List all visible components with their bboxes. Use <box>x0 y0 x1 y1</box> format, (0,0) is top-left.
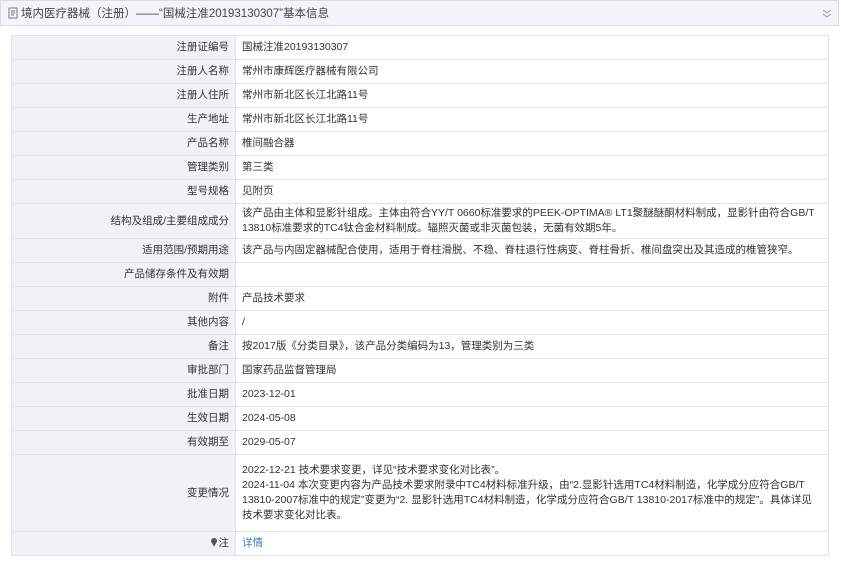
table-row: 附件 产品技术要求 <box>11 286 829 311</box>
row-label: 生产地址 <box>11 107 236 132</box>
row-value: 国械注准20193130307 <box>235 35 829 60</box>
info-table-container: 注册证编号 国械注准20193130307 注册人名称 常州市康辉医疗器械有限公… <box>11 35 829 556</box>
collapse-icon[interactable] <box>822 8 832 18</box>
row-label: 结构及组成/主要组成成分 <box>11 203 236 239</box>
table-row: 生产地址 常州市新北区长江北路11号 <box>11 107 829 132</box>
row-label: 批准日期 <box>11 382 236 407</box>
details-link[interactable]: 详情 <box>242 537 263 549</box>
table-row: 变更情况 2022-12-21 技术要求变更，详见“技术要求变化对比表”。 20… <box>11 454 829 532</box>
row-value: / <box>235 310 829 335</box>
row-label: 产品名称 <box>11 131 236 156</box>
table-row: 型号规格 见附页 <box>11 179 829 204</box>
row-label: 附件 <box>11 286 236 311</box>
row-value <box>235 262 829 287</box>
table-row: 产品名称 椎间融合器 <box>11 131 829 156</box>
table-row: 备注 按2017版《分类目录》，该产品分类编码为13，管理类别为三类 <box>11 334 829 359</box>
row-value: 常州市新北区长江北路11号 <box>235 107 829 132</box>
note-value: 详情 <box>235 531 829 556</box>
page-header: 境内医疗器械（注册）——“国械注准20193130307”基本信息 <box>0 0 839 26</box>
row-value: 常州市康辉医疗器械有限公司 <box>235 59 829 84</box>
row-value: 2023-12-01 <box>235 382 829 407</box>
table-row: 审批部门 国家药品监督管理局 <box>11 358 829 383</box>
row-label: 变更情况 <box>11 454 236 532</box>
row-value: 该产品与内固定器械配合使用，适用于脊柱滑脱、不稳、脊柱退行性病变、脊柱骨折、椎间… <box>235 238 829 263</box>
row-value: 第三类 <box>235 155 829 180</box>
table-row: 注册证编号 国械注准20193130307 <box>11 35 829 60</box>
row-value: 常州市新北区长江北路11号 <box>235 83 829 108</box>
table-row: 注册人名称 常州市康辉医疗器械有限公司 <box>11 59 829 84</box>
row-label: 注册人名称 <box>11 59 236 84</box>
change-history-value: 2022-12-21 技术要求变更，详见“技术要求变化对比表”。 2024-11… <box>235 454 829 532</box>
document-icon <box>8 7 18 19</box>
row-value: 2024-05-08 <box>235 406 829 431</box>
row-label: 型号规格 <box>11 179 236 204</box>
row-value: 按2017版《分类目录》，该产品分类编码为13，管理类别为三类 <box>235 334 829 359</box>
table-row: 批准日期 2023-12-01 <box>11 382 829 407</box>
table-row: 注册人住所 常州市新北区长江北路11号 <box>11 83 829 108</box>
row-label: 有效期至 <box>11 430 236 455</box>
row-label: 产品储存条件及有效期 <box>11 262 236 287</box>
table-row: 有效期至 2029-05-07 <box>11 430 829 455</box>
table-row: 管理类别 第三类 <box>11 155 829 180</box>
row-label: 管理类别 <box>11 155 236 180</box>
row-value: 国家药品监督管理局 <box>235 358 829 383</box>
row-label: 备注 <box>11 334 236 359</box>
note-label-cell: 注 <box>11 531 236 556</box>
row-value: 该产品由主体和显影针组成。主体由符合YY/T 0660标准要求的PEEK-OPT… <box>235 203 829 239</box>
table-row: 其他内容 / <box>11 310 829 335</box>
info-table: 注册证编号 国械注准20193130307 注册人名称 常州市康辉医疗器械有限公… <box>11 35 829 556</box>
pin-icon <box>210 538 217 547</box>
row-value: 椎间融合器 <box>235 131 829 156</box>
row-value: 见附页 <box>235 179 829 204</box>
row-label: 注册人住所 <box>11 83 236 108</box>
note-label: 注 <box>218 537 230 549</box>
table-row: 适用范围/预期用途 该产品与内固定器械配合使用，适用于脊柱滑脱、不稳、脊柱退行性… <box>11 238 829 263</box>
table-row: 产品储存条件及有效期 <box>11 262 829 287</box>
table-row: 注 详情 <box>11 531 829 556</box>
table-row: 生效日期 2024-05-08 <box>11 406 829 431</box>
row-label: 适用范围/预期用途 <box>11 238 236 263</box>
page-title: 境内医疗器械（注册）——“国械注准20193130307”基本信息 <box>21 8 330 20</box>
row-label: 注册证编号 <box>11 35 236 60</box>
row-label: 生效日期 <box>11 406 236 431</box>
row-label: 其他内容 <box>11 310 236 335</box>
row-label: 审批部门 <box>11 358 236 383</box>
row-value: 产品技术要求 <box>235 286 829 311</box>
row-value: 2029-05-07 <box>235 430 829 455</box>
table-row: 结构及组成/主要组成成分 该产品由主体和显影针组成。主体由符合YY/T 0660… <box>11 203 829 239</box>
